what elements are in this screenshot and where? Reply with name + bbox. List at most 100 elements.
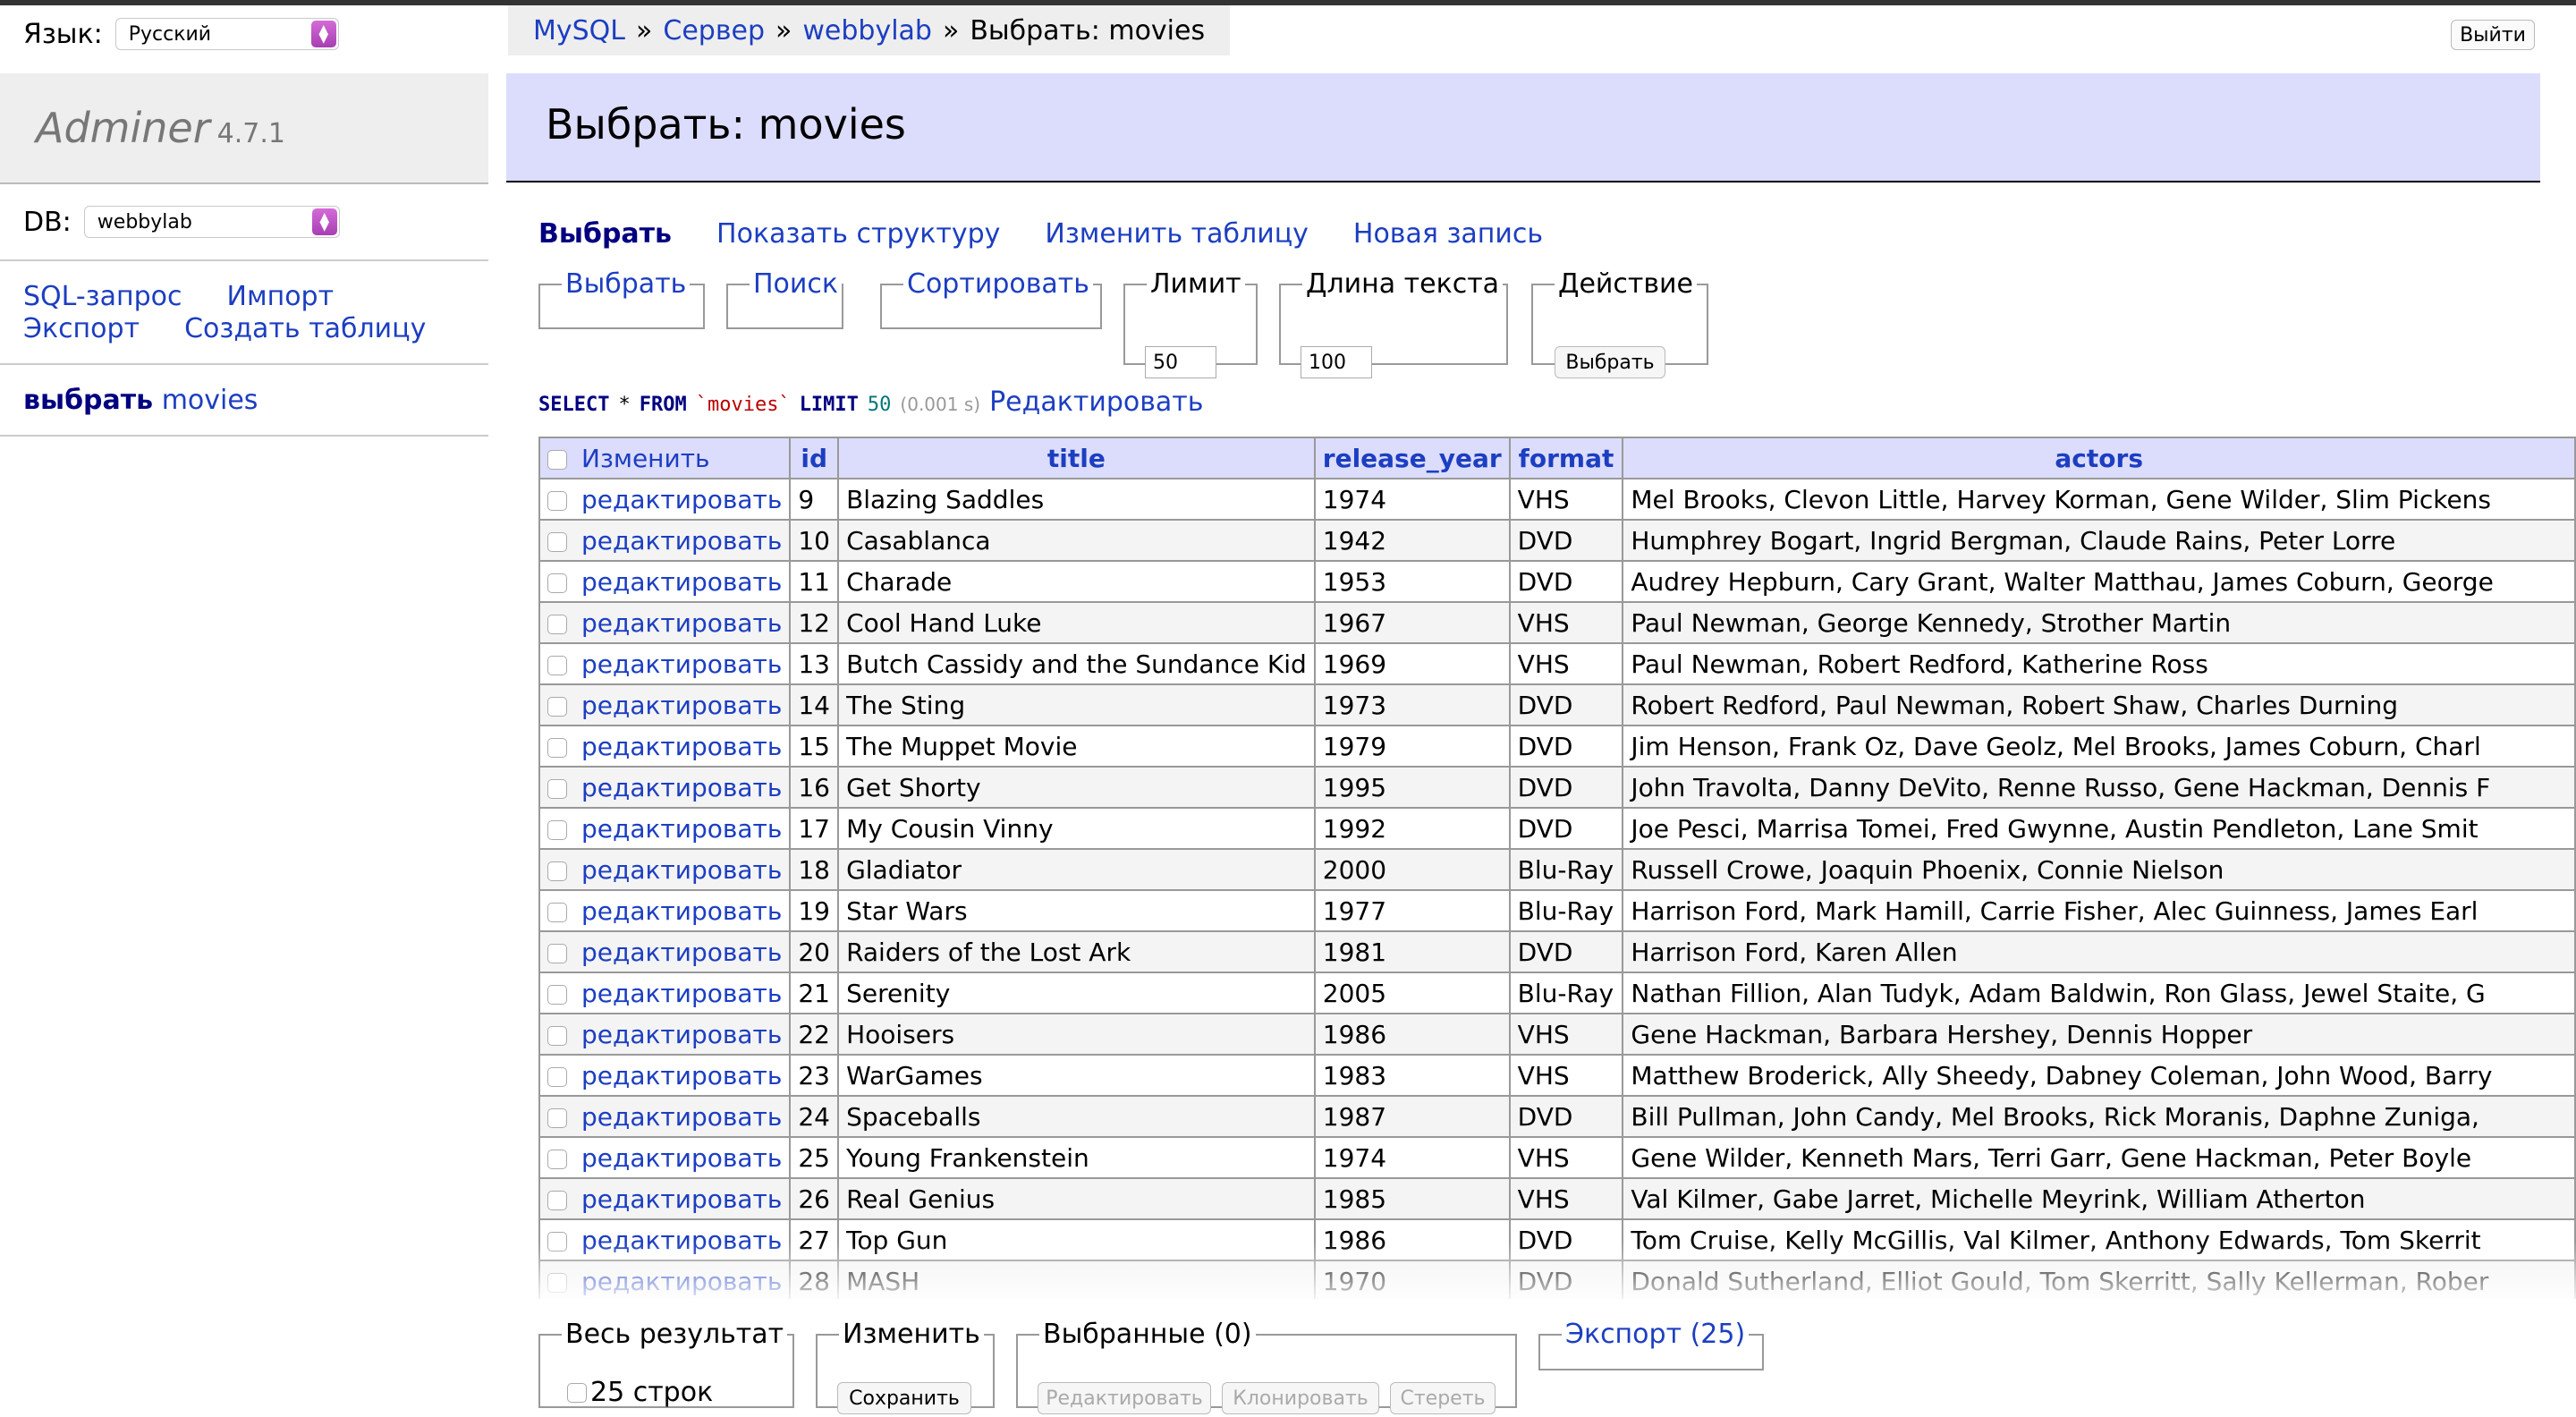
cell-actors: Mel Brooks, Clevon Little, Harvey Korman… <box>1622 478 2576 521</box>
breadcrumb-current: Выбрать: movies <box>970 14 1206 47</box>
row-edit-link[interactable]: редактировать <box>581 896 782 926</box>
create-table-link[interactable]: Создать таблицу <box>184 313 426 345</box>
action-select-button[interactable]: Выбрать <box>1555 346 1665 378</box>
breadcrumb-mysql[interactable]: MySQL <box>533 15 625 47</box>
row-checkbox[interactable] <box>547 655 567 675</box>
row-checkbox[interactable] <box>547 531 567 552</box>
row-checkbox[interactable] <box>547 984 567 1005</box>
cell-format: DVD <box>1508 725 1624 768</box>
tab-select[interactable]: Выбрать <box>538 218 672 250</box>
sql-query-link[interactable]: SQL-запрос <box>23 281 182 313</box>
row-checkbox[interactable] <box>547 737 567 758</box>
language-label: Язык: <box>23 18 103 50</box>
export-toggle[interactable]: Экспорт (25) <box>1562 1319 1749 1350</box>
db-select[interactable]: webbylab ▲ ▼ <box>83 206 340 238</box>
clone-selected-button[interactable]: Клонировать <box>1222 1382 1379 1414</box>
cell-id: 22 <box>789 1013 840 1056</box>
row-edit-link[interactable]: редактировать <box>581 649 782 679</box>
results-table: Изменить id title release_year format ac… <box>538 437 2576 1299</box>
cell-actors: Gene Hackman, Barbara Hershey, Dennis Ho… <box>1622 1013 2576 1056</box>
cell-id: 14 <box>789 683 840 726</box>
row-checkbox[interactable] <box>547 490 567 511</box>
whole-result-label: Весь результат <box>565 1319 784 1350</box>
row-edit-link[interactable]: редактировать <box>581 526 782 556</box>
sort-toggle[interactable]: Сортировать <box>903 268 1093 300</box>
row-edit-link[interactable]: редактировать <box>581 485 782 514</box>
row-checkbox[interactable] <box>547 1066 567 1087</box>
row-checkbox[interactable] <box>547 1190 567 1210</box>
row-edit-link[interactable]: редактировать <box>581 938 782 967</box>
whole-result-option[interactable]: 25 строк <box>567 1377 713 1408</box>
export-link[interactable]: Экспорт <box>23 313 140 345</box>
row-edit-link[interactable]: редактировать <box>581 1102 782 1132</box>
select-table-link[interactable]: выбрать <box>23 385 153 416</box>
text-length-input[interactable]: 100 <box>1301 346 1372 378</box>
breadcrumb-server[interactable]: Сервер <box>663 15 765 47</box>
tab-new-record[interactable]: Новая запись <box>1353 218 1543 250</box>
row-edit-link[interactable]: редактировать <box>581 567 782 597</box>
import-link[interactable]: Импорт <box>227 281 335 313</box>
row-edit-link[interactable]: редактировать <box>581 608 782 638</box>
whole-result-checkbox[interactable] <box>567 1382 587 1403</box>
cell-release-year: 1986 <box>1313 1013 1511 1056</box>
row-edit-link[interactable]: редактировать <box>581 691 782 720</box>
column-header-actors[interactable]: actors <box>1622 437 2576 479</box>
row-edit-link[interactable]: редактировать <box>581 855 782 885</box>
cell-actors: Val Kilmer, Gabe Jarret, Michelle Meyrin… <box>1622 1177 2576 1220</box>
cell-title: Charade <box>837 560 1316 603</box>
column-header-id[interactable]: id <box>789 437 840 479</box>
modify-all-link[interactable]: Изменить <box>581 444 710 473</box>
cell-release-year: 1987 <box>1313 1095 1511 1138</box>
delete-selected-button[interactable]: Стереть <box>1390 1382 1496 1414</box>
search-toggle[interactable]: Поиск <box>750 268 842 300</box>
edit-selected-button[interactable]: Редактировать <box>1038 1382 1211 1414</box>
edit-query-link[interactable]: Редактировать <box>989 386 1203 418</box>
row-checkbox[interactable] <box>547 614 567 634</box>
table-row: редактировать 22 Hooisers 1986 VHS Gene Hackm… <box>538 1013 2576 1056</box>
row-checkbox[interactable] <box>547 778 567 799</box>
limit-label: Лимит <box>1150 268 1241 300</box>
row-checkbox[interactable] <box>547 1107 567 1128</box>
db-row: DB: webbylab ▲ ▼ <box>23 206 340 238</box>
row-checkbox[interactable] <box>547 696 567 717</box>
save-button[interactable]: Сохранить <box>837 1382 971 1414</box>
limit-input[interactable]: 50 <box>1145 346 1216 378</box>
row-checkbox[interactable] <box>547 861 567 881</box>
sort-fieldset: Сортировать <box>880 268 1102 329</box>
tab-structure[interactable]: Показать структуру <box>716 218 1000 250</box>
cell-release-year: 1969 <box>1313 642 1511 685</box>
row-edit-link[interactable]: редактировать <box>581 732 782 761</box>
row-checkbox[interactable] <box>547 902 567 922</box>
row-edit-link[interactable]: редактировать <box>581 1020 782 1049</box>
breadcrumb-db[interactable]: webbylab <box>802 15 932 47</box>
row-edit-link[interactable]: редактировать <box>581 1061 782 1090</box>
cell-title: Gladiator <box>837 848 1316 891</box>
cell-actors: Gene Wilder, Kenneth Mars, Terri Garr, G… <box>1622 1136 2576 1179</box>
row-edit-link[interactable]: редактировать <box>581 814 782 844</box>
logout-button[interactable]: Выйти <box>2451 20 2535 50</box>
row-checkbox[interactable] <box>547 1025 567 1046</box>
select-all-checkbox[interactable] <box>547 449 567 470</box>
cell-title: Raiders of the Lost Ark <box>837 930 1316 973</box>
row-checkbox[interactable] <box>547 1149 567 1169</box>
row-edit-link[interactable]: редактировать <box>581 773 782 802</box>
row-edit-cell: редактировать <box>538 1054 792 1097</box>
row-edit-link[interactable]: редактировать <box>581 1143 782 1173</box>
column-header-format[interactable]: format <box>1508 437 1624 479</box>
language-select[interactable]: Русский ▲ ▼ <box>114 18 339 50</box>
column-header-release-year[interactable]: release_year <box>1313 437 1511 479</box>
sidebar-table-movies[interactable]: выбрать movies <box>23 385 258 416</box>
cell-title: Real Genius <box>837 1177 1316 1220</box>
row-checkbox[interactable] <box>547 819 567 840</box>
table-name-link[interactable]: movies <box>162 385 258 416</box>
column-header-title[interactable]: title <box>837 437 1316 479</box>
row-edit-link[interactable]: редактировать <box>581 1184 782 1214</box>
row-checkbox[interactable] <box>547 573 567 593</box>
row-checkbox[interactable] <box>547 943 567 963</box>
adminer-logo[interactable]: Adminer 4.7.1 <box>36 104 285 152</box>
tab-alter[interactable]: Изменить таблицу <box>1045 218 1309 250</box>
cell-release-year: 1983 <box>1313 1054 1511 1097</box>
select-columns-toggle[interactable]: Выбрать <box>562 268 690 300</box>
row-edit-link[interactable]: редактировать <box>581 979 782 1008</box>
page-header: Выбрать: movies <box>506 73 2540 182</box>
